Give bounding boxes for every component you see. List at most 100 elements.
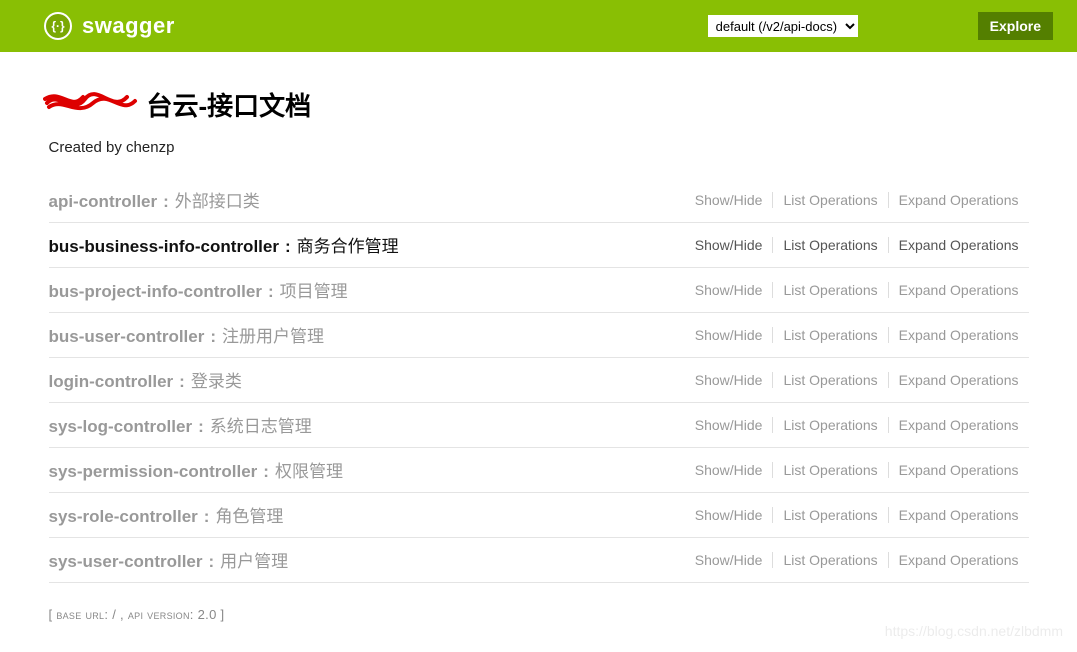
resource-ops: Show/HideList OperationsExpand Operation… <box>685 462 1029 478</box>
list-operations-link[interactable]: List Operations <box>772 372 887 388</box>
expand-operations-link[interactable]: Expand Operations <box>888 462 1029 478</box>
resource-description: 项目管理 <box>280 277 348 302</box>
resource-list: api-controller : 外部接口类Show/HideList Oper… <box>49 178 1029 583</box>
resource-ops: Show/HideList OperationsExpand Operation… <box>685 552 1029 568</box>
resource-description: 商务合作管理 <box>297 232 399 257</box>
list-operations-link[interactable]: List Operations <box>772 192 887 208</box>
show-hide-link[interactable]: Show/Hide <box>685 192 773 208</box>
resource-heading[interactable]: api-controller : 外部接口类 <box>49 187 260 212</box>
resource-separator: : <box>198 417 204 437</box>
main-container: 台云-接口文档 Created by chenzp api-controller… <box>39 52 1039 652</box>
expand-operations-link[interactable]: Expand Operations <box>888 417 1029 433</box>
expand-operations-link[interactable]: Expand Operations <box>888 192 1029 208</box>
expand-operations-link[interactable]: Expand Operations <box>888 552 1029 568</box>
resource-ops: Show/HideList OperationsExpand Operation… <box>685 417 1029 433</box>
expand-operations-link[interactable]: Expand Operations <box>888 372 1029 388</box>
redacted-scribble-icon <box>49 89 139 115</box>
brand[interactable]: {·} swagger <box>44 12 175 40</box>
resource-separator: : <box>285 237 291 257</box>
resource-heading[interactable]: sys-log-controller : 系统日志管理 <box>49 412 312 437</box>
expand-operations-link[interactable]: Expand Operations <box>888 237 1029 253</box>
api-spec-select[interactable]: default (/v2/api-docs) <box>708 15 858 37</box>
list-operations-link[interactable]: List Operations <box>772 417 887 433</box>
show-hide-link[interactable]: Show/Hide <box>685 372 773 388</box>
resource-heading[interactable]: sys-role-controller : 角色管理 <box>49 502 284 527</box>
resource-heading[interactable]: sys-user-controller : 用户管理 <box>49 547 289 572</box>
resource-name: bus-business-info-controller <box>49 237 279 257</box>
resource-name: sys-log-controller <box>49 417 193 437</box>
resource-ops: Show/HideList OperationsExpand Operation… <box>685 327 1029 343</box>
resource-row: bus-project-info-controller : 项目管理 Show/H… <box>49 268 1029 313</box>
topbar-right: default (/v2/api-docs) Explore <box>708 12 1053 40</box>
brand-name: swagger <box>82 13 175 39</box>
resource-description: 外部接口类 <box>175 187 260 212</box>
list-operations-link[interactable]: List Operations <box>772 462 887 478</box>
resource-heading[interactable]: bus-user-controller : 注册用户管理 <box>49 322 325 347</box>
show-hide-link[interactable]: Show/Hide <box>685 462 773 478</box>
list-operations-link[interactable]: List Operations <box>772 507 887 523</box>
resource-name: sys-user-controller <box>49 552 203 572</box>
logo-glyph: {·} <box>51 19 64 33</box>
resource-ops: Show/HideList OperationsExpand Operation… <box>685 282 1029 298</box>
resource-separator: : <box>209 552 215 572</box>
resource-heading[interactable]: bus-project-info-controller : 项目管理 <box>49 277 348 302</box>
expand-operations-link[interactable]: Expand Operations <box>888 327 1029 343</box>
resource-name: bus-user-controller <box>49 327 205 347</box>
show-hide-link[interactable]: Show/Hide <box>685 507 773 523</box>
resource-description: 系统日志管理 <box>210 412 312 437</box>
api-version-value: 2.0 <box>198 607 217 622</box>
page-title: 台云-接口文档 <box>147 86 312 123</box>
resource-separator: : <box>210 327 216 347</box>
resource-separator: : <box>204 507 210 527</box>
resource-ops: Show/HideList OperationsExpand Operation… <box>685 192 1029 208</box>
page-subtitle: Created by chenzp <box>49 139 1029 156</box>
list-operations-link[interactable]: List Operations <box>772 282 887 298</box>
resource-name: bus-project-info-controller <box>49 282 262 302</box>
topbar: {·} swagger default (/v2/api-docs) Explo… <box>0 0 1077 52</box>
resource-name: login-controller <box>49 372 174 392</box>
resource-description: 登录类 <box>191 367 242 392</box>
resource-row: api-controller : 外部接口类 Show/HideList Oper… <box>49 178 1029 223</box>
title-row: 台云-接口文档 <box>49 86 1029 123</box>
resource-name: sys-permission-controller <box>49 462 258 482</box>
resource-row: sys-permission-controller : 权限管理 Show/Hid… <box>49 448 1029 493</box>
base-url-value: / <box>112 607 116 622</box>
resource-separator: : <box>268 282 274 302</box>
show-hide-link[interactable]: Show/Hide <box>685 552 773 568</box>
show-hide-link[interactable]: Show/Hide <box>685 417 773 433</box>
list-operations-link[interactable]: List Operations <box>772 327 887 343</box>
show-hide-link[interactable]: Show/Hide <box>685 237 773 253</box>
list-operations-link[interactable]: List Operations <box>772 237 887 253</box>
explore-button[interactable]: Explore <box>978 12 1053 40</box>
resource-name: sys-role-controller <box>49 507 198 527</box>
api-version-label: api version <box>128 607 190 622</box>
resource-ops: Show/HideList OperationsExpand Operation… <box>685 507 1029 523</box>
expand-operations-link[interactable]: Expand Operations <box>888 507 1029 523</box>
expand-operations-link[interactable]: Expand Operations <box>888 282 1029 298</box>
show-hide-link[interactable]: Show/Hide <box>685 282 773 298</box>
resource-separator: : <box>263 462 269 482</box>
base-url-label: base url <box>56 607 104 622</box>
resource-separator: : <box>179 372 185 392</box>
swagger-logo-icon: {·} <box>44 12 72 40</box>
resource-name: api-controller <box>49 192 158 212</box>
resource-heading[interactable]: login-controller : 登录类 <box>49 367 242 392</box>
resource-description: 角色管理 <box>215 502 283 527</box>
resource-ops: Show/HideList OperationsExpand Operation… <box>685 372 1029 388</box>
resource-separator: : <box>163 192 169 212</box>
resource-description: 权限管理 <box>275 457 343 482</box>
resource-row: login-controller : 登录类 Show/HideList Oper… <box>49 358 1029 403</box>
list-operations-link[interactable]: List Operations <box>772 552 887 568</box>
resource-row: bus-user-controller : 注册用户管理 Show/HideLis… <box>49 313 1029 358</box>
resource-row: sys-user-controller : 用户管理 Show/HideList … <box>49 538 1029 583</box>
show-hide-link[interactable]: Show/Hide <box>685 327 773 343</box>
resource-description: 注册用户管理 <box>222 322 324 347</box>
resource-row: sys-role-controller : 角色管理 Show/HideList … <box>49 493 1029 538</box>
resource-heading[interactable]: bus-business-info-controller : 商务合作管理 <box>49 232 399 257</box>
resource-heading[interactable]: sys-permission-controller : 权限管理 <box>49 457 343 482</box>
resource-row: sys-log-controller : 系统日志管理 Show/HideList… <box>49 403 1029 448</box>
resource-ops: Show/HideList OperationsExpand Operation… <box>685 237 1029 253</box>
resource-description: 用户管理 <box>220 547 288 572</box>
footer-meta: [ base url: / , api version: 2.0 ] <box>49 607 1029 622</box>
resource-row: bus-business-info-controller : 商务合作管理 Sho… <box>49 223 1029 268</box>
